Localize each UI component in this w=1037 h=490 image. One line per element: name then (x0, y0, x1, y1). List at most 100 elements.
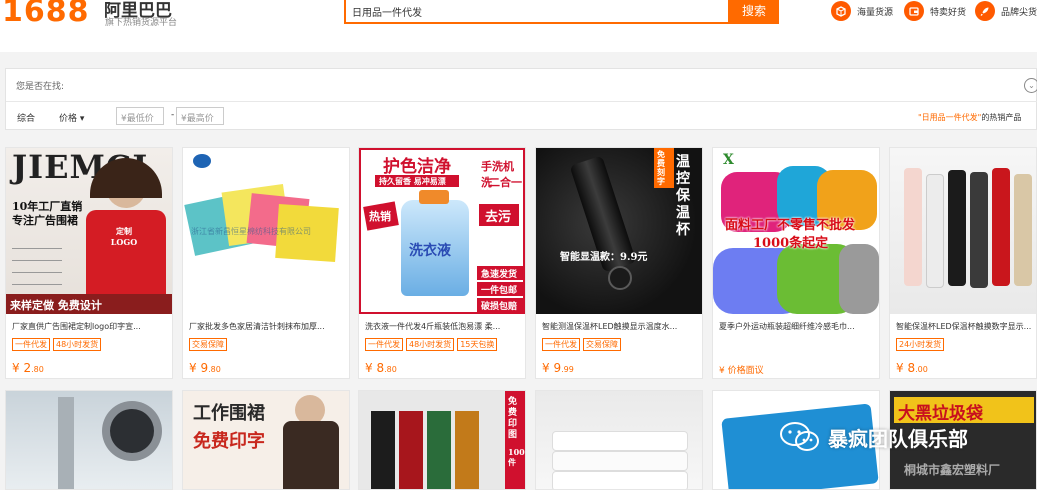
search-button[interactable]: 搜索 (729, 0, 779, 24)
apron-red (399, 411, 423, 489)
top-header: 1688 阿里巴巴 旗下热销货源平台 日用品一件代发 搜索 海量货源 特卖好货 … (0, 0, 1037, 52)
hot-suffix: 的热销产品 (981, 113, 1022, 122)
price-decimal: .00 (915, 365, 928, 374)
product-price: ¥ 9.80 (189, 361, 221, 375)
image-text: 桐城市鑫宏塑料厂 (904, 463, 1001, 477)
chevron-down-icon[interactable]: ⌄ (1024, 78, 1037, 93)
checklist-graphic (12, 240, 68, 290)
bottle-pink (904, 168, 922, 286)
bottle-white (926, 174, 944, 288)
product-image[interactable] (890, 148, 1036, 314)
link-label: 海量货源 (857, 7, 894, 18)
brand-logo: X (723, 152, 734, 168)
image-text: 洗衣液 (409, 243, 451, 259)
image-text: 免费印字 (193, 431, 265, 452)
image-text: 持久留香 易冲易漂 (379, 176, 446, 186)
hot-query[interactable]: "日用品一件代发" (918, 113, 981, 122)
product-tags: 24小时发货 (896, 338, 945, 351)
product-price: ¥ 2.80 (12, 361, 44, 375)
price-integer: 2 (23, 361, 32, 375)
towel-stack (552, 451, 688, 471)
image-text: 工作围裙 (193, 403, 265, 424)
image-text: 免费刻字 (657, 149, 665, 186)
link-label: 品牌尖货 (1001, 7, 1037, 18)
product-image[interactable]: JIEMCI 10年工厂直销 专注广告围裙 定制 LOGO 来样定做 免费设计 (6, 148, 172, 314)
image-text: 去污 (485, 210, 512, 225)
filter-panel: 您是否在找: ⌄ 综合 价格 ▾ ¥最低价 - ¥最高价 "日用品一件代发"的热… (5, 68, 1037, 130)
product-title[interactable]: 厂家批发多色家居清洁针刺抹布加厚... (189, 321, 347, 332)
link-brand-goods[interactable]: 品牌尖货 (975, 0, 1037, 22)
product-card[interactable]: 智能保温杯LED保温杯触摸数字显示... 24小时发货 ¥ 8.00 (889, 147, 1037, 379)
image-text: 免费印图 (508, 397, 518, 440)
link-special-sale[interactable]: 特卖好货 (904, 0, 966, 22)
price-integer: 9 (553, 361, 562, 375)
product-tag: 一件代发 (365, 338, 403, 351)
price-integer: 8 (376, 361, 385, 375)
apron-green (427, 411, 451, 489)
bottle-red (992, 168, 1010, 286)
logo-number[interactable]: 1688 (2, 0, 90, 29)
brown-apron (283, 421, 339, 489)
product-title[interactable]: 智能测温保温杯LED触摸显示温度水... (542, 321, 700, 332)
product-card[interactable]: 护色洁净 持久留香 易冲易漂 手洗机洗 二合一 热销 去污 洗衣液 急速发货 一… (358, 147, 526, 379)
rocket-icon (975, 1, 995, 21)
product-card[interactable]: X 面料工厂不零售不批发 1000条起定 夏季户外运动瓶装超细纤维冷感毛巾...… (712, 147, 880, 379)
image-text: 面料工厂不零售不批发 (725, 218, 856, 233)
product-card[interactable]: 免费刻字 温控保温杯 智能显温款：9.9元 智能测温保温杯LED触摸显示温度水.… (535, 147, 703, 379)
product-title[interactable]: 洗衣液一件代发4斤瓶装低泡易漂 柔... (365, 321, 523, 332)
product-image[interactable]: 护色洁净 持久留香 易冲易漂 手洗机洗 二合一 热销 去污 洗衣液 急速发货 一… (359, 148, 525, 314)
product-tag: 交易保障 (583, 338, 621, 351)
product-tags: 一件代发 48小时发货 15天包换 (365, 338, 498, 351)
product-tag: 48小时发货 (406, 338, 455, 351)
price-decimal: .99 (561, 365, 574, 374)
image-text: 1000条起定 (753, 236, 829, 251)
image-text: 一件包邮 (481, 286, 518, 296)
product-tag: 一件代发 (542, 338, 580, 351)
product-tag: 一件代发 (12, 338, 50, 351)
link-mass-supply[interactable]: 海量货源 (831, 0, 893, 22)
image-text: 二合一 (489, 176, 522, 189)
price-integer: 9 (200, 361, 209, 375)
product-title[interactable]: 厂家直供广告围裙定制logo印字宣... (12, 321, 170, 332)
bottle-gold (1014, 174, 1032, 286)
towel-stack (552, 471, 688, 489)
product-tags: 一件代发 48小时发货 (12, 338, 102, 351)
product-card[interactable]: 免费印图 100件 (358, 390, 526, 490)
wechat-watermark: 暴疯团队俱乐部 (780, 420, 968, 454)
search-input[interactable]: 日用品一件代发 (344, 0, 730, 24)
product-tags: 一件代发 交易保障 (542, 338, 621, 351)
product-tag: 24小时发货 (896, 338, 945, 351)
image-text: 热销 (369, 210, 391, 223)
price-negotiable: ¥ 价格面议 (719, 366, 764, 376)
product-title[interactable]: 夏季户外运动瓶装超细纤维冷感毛巾... (719, 321, 877, 332)
image-text: 专注广告围裙 (12, 214, 78, 227)
sort-price-tab[interactable]: 价格 ▾ (59, 111, 84, 124)
temp-display (608, 266, 632, 290)
apron-black (371, 411, 395, 489)
price-decimal: .80 (31, 365, 44, 374)
product-image[interactable]: 浙江省新昌恒星棉纺科技有限公司 (183, 148, 349, 314)
sort-default-tab[interactable]: 综合 (17, 111, 35, 124)
brush-head-inner (110, 409, 154, 453)
image-text: 破损包赔 (481, 302, 518, 312)
product-card[interactable]: JIEMCI 10年工厂直销 专注广告围裙 定制 LOGO 来样定做 免费设计 … (5, 147, 173, 379)
suggestion-label: 您是否在找: (16, 82, 65, 92)
toilet-brush-handle (58, 397, 74, 489)
product-card[interactable]: 工作围裙 免费印字 (182, 390, 350, 490)
product-price: ¥ 8.00 (896, 361, 928, 375)
min-price-input[interactable]: ¥最低价 (116, 107, 164, 125)
image-text: 温控保温杯 (676, 154, 690, 238)
product-title[interactable]: 智能保温杯LED保温杯触摸数字显示... (896, 321, 1036, 332)
image-text: 急速发货 (481, 270, 518, 280)
product-image[interactable]: X 面料工厂不零售不批发 1000条起定 (713, 148, 879, 314)
product-tag: 48小时发货 (53, 338, 102, 351)
bottle-dark (970, 172, 988, 288)
product-card[interactable] (535, 390, 703, 490)
price-integer: 8 (907, 361, 916, 375)
max-price-input[interactable]: ¥最高价 (176, 107, 224, 125)
product-card[interactable] (5, 390, 173, 490)
product-image[interactable]: 免费刻字 温控保温杯 智能显温款：9.9元 (536, 148, 702, 314)
image-text: 智能显温款：9.9元 (560, 252, 648, 263)
product-card[interactable]: 浙江省新昌恒星棉纺科技有限公司 厂家批发多色家居清洁针刺抹布加厚... 交易保障… (182, 147, 350, 379)
product-price: ¥ 9.99 (542, 361, 574, 375)
